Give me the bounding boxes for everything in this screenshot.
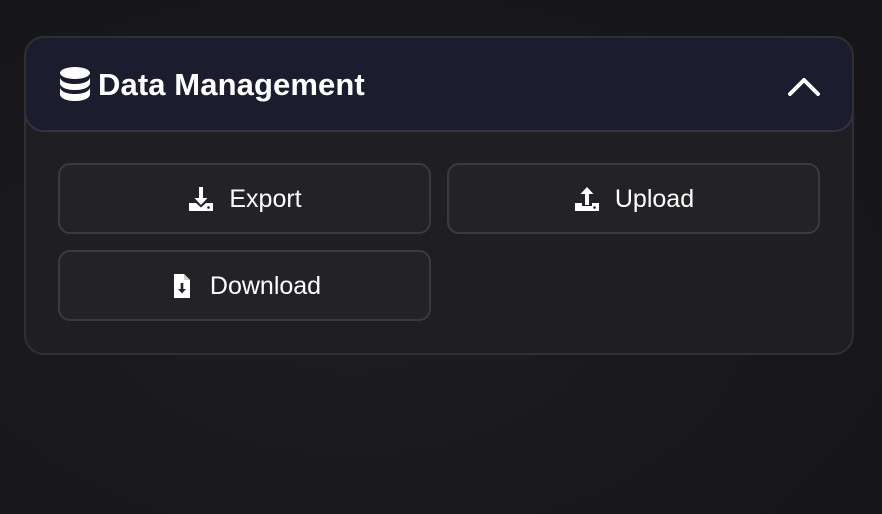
database-icon (58, 66, 92, 104)
upload-tray-icon (573, 185, 601, 213)
export-button[interactable]: Export (58, 163, 431, 234)
export-label: Export (229, 184, 302, 213)
upload-button[interactable]: Upload (447, 163, 820, 234)
upload-label: Upload (614, 184, 695, 213)
chevron-up-icon[interactable] (786, 68, 822, 104)
download-label: Download (209, 271, 322, 300)
panel-title: Data Management (98, 67, 365, 102)
data-management-panel: Data Management Export Upload Download (24, 36, 854, 355)
file-download-icon (168, 272, 196, 300)
panel-header[interactable]: Data Management (26, 38, 852, 132)
download-button[interactable]: Download (58, 250, 431, 321)
page: Data Management Export Upload Download (0, 0, 882, 514)
download-tray-icon (187, 185, 215, 213)
